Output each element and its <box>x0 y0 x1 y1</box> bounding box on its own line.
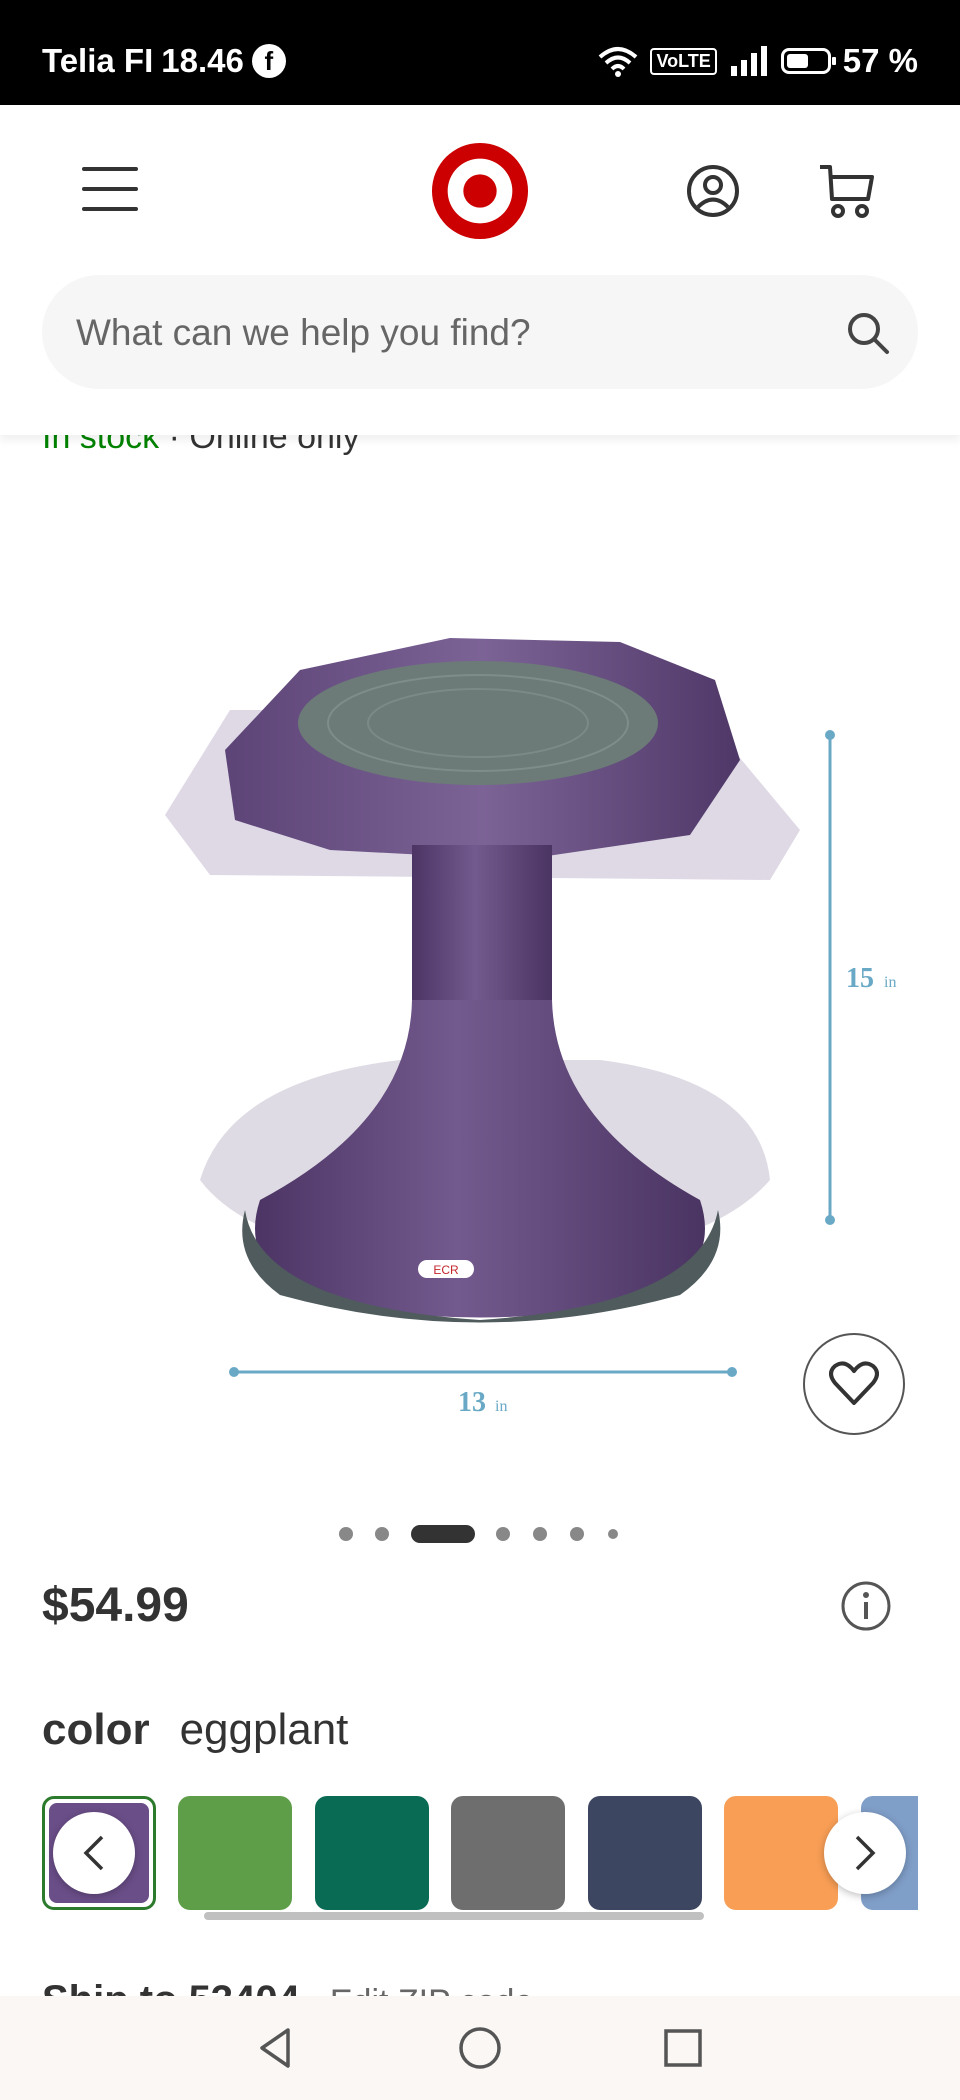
target-logo[interactable] <box>431 142 529 240</box>
color-label: color <box>42 1705 150 1754</box>
stool-seat-cushion <box>298 661 658 785</box>
image-carousel-dots <box>0 1524 960 1544</box>
volte-badge: VoLTE <box>650 47 717 75</box>
status-bar: Telia FI 18.46 f VoLTE 57 % <box>0 0 960 105</box>
color-swatch-gray[interactable] <box>451 1796 565 1910</box>
search-input[interactable] <box>74 275 838 391</box>
status-bar-left: Telia FI 18.46 f <box>42 42 286 80</box>
color-selector-label: color eggplant <box>42 1705 348 1755</box>
signal-icon <box>730 46 767 76</box>
product-price: $54.99 <box>42 1579 189 1632</box>
recents-square-icon[interactable] <box>653 2018 713 2078</box>
color-swatch-orange[interactable] <box>724 1796 838 1910</box>
chevron-right-icon <box>855 1835 876 1871</box>
swatch-next-button[interactable] <box>824 1812 906 1894</box>
stool-column <box>412 845 552 1025</box>
carousel-dot[interactable] <box>533 1527 547 1541</box>
carousel-dot[interactable] <box>608 1529 618 1539</box>
info-icon[interactable] <box>840 1580 892 1632</box>
account-icon[interactable] <box>686 164 740 218</box>
cart-icon[interactable] <box>818 163 876 219</box>
height-value: 15 <box>846 963 874 994</box>
site-header <box>0 105 960 435</box>
clock: 18.46 <box>161 42 244 79</box>
search-icon[interactable] <box>846 311 890 355</box>
carrier-name: Telia FI <box>42 42 154 79</box>
color-selected-value: eggplant <box>179 1705 349 1754</box>
back-triangle-icon[interactable] <box>246 2018 306 2078</box>
home-circle-icon[interactable] <box>450 2018 510 2078</box>
carousel-dot[interactable] <box>339 1527 353 1541</box>
product-image[interactable]: ECR 15 in 13 in <box>0 560 960 1460</box>
wifi-icon <box>599 47 638 77</box>
swatch-scrollbar[interactable] <box>204 1912 704 1920</box>
width-value: 13 <box>458 1387 486 1418</box>
color-swatch-navy[interactable] <box>588 1796 702 1910</box>
swatch-prev-button[interactable] <box>53 1812 135 1894</box>
carousel-dot[interactable] <box>496 1527 510 1541</box>
carousel-dot[interactable] <box>570 1527 584 1541</box>
color-swatch-list <box>42 1794 918 1912</box>
battery-level <box>786 54 809 68</box>
height-unit: in <box>884 974 896 991</box>
carousel-dot-active[interactable] <box>411 1525 475 1543</box>
hamburger-menu-icon[interactable] <box>82 167 138 211</box>
status-bar-right: VoLTE 57 % <box>598 42 918 80</box>
color-swatch-green[interactable] <box>178 1796 292 1910</box>
carousel-dot[interactable] <box>375 1527 389 1541</box>
battery-percent: 57 % <box>842 42 918 79</box>
battery-icon <box>780 48 836 74</box>
search-bar[interactable] <box>42 275 918 391</box>
facebook-icon: f <box>251 44 286 78</box>
width-unit: in <box>495 1398 507 1415</box>
chevron-left-icon <box>83 1835 104 1871</box>
stool-badge-text: ECR <box>433 1263 459 1277</box>
heart-icon <box>829 1361 879 1405</box>
color-swatch-teal[interactable] <box>315 1796 429 1910</box>
system-navigation-bar <box>0 1996 960 2100</box>
favorite-button[interactable] <box>803 1333 905 1435</box>
